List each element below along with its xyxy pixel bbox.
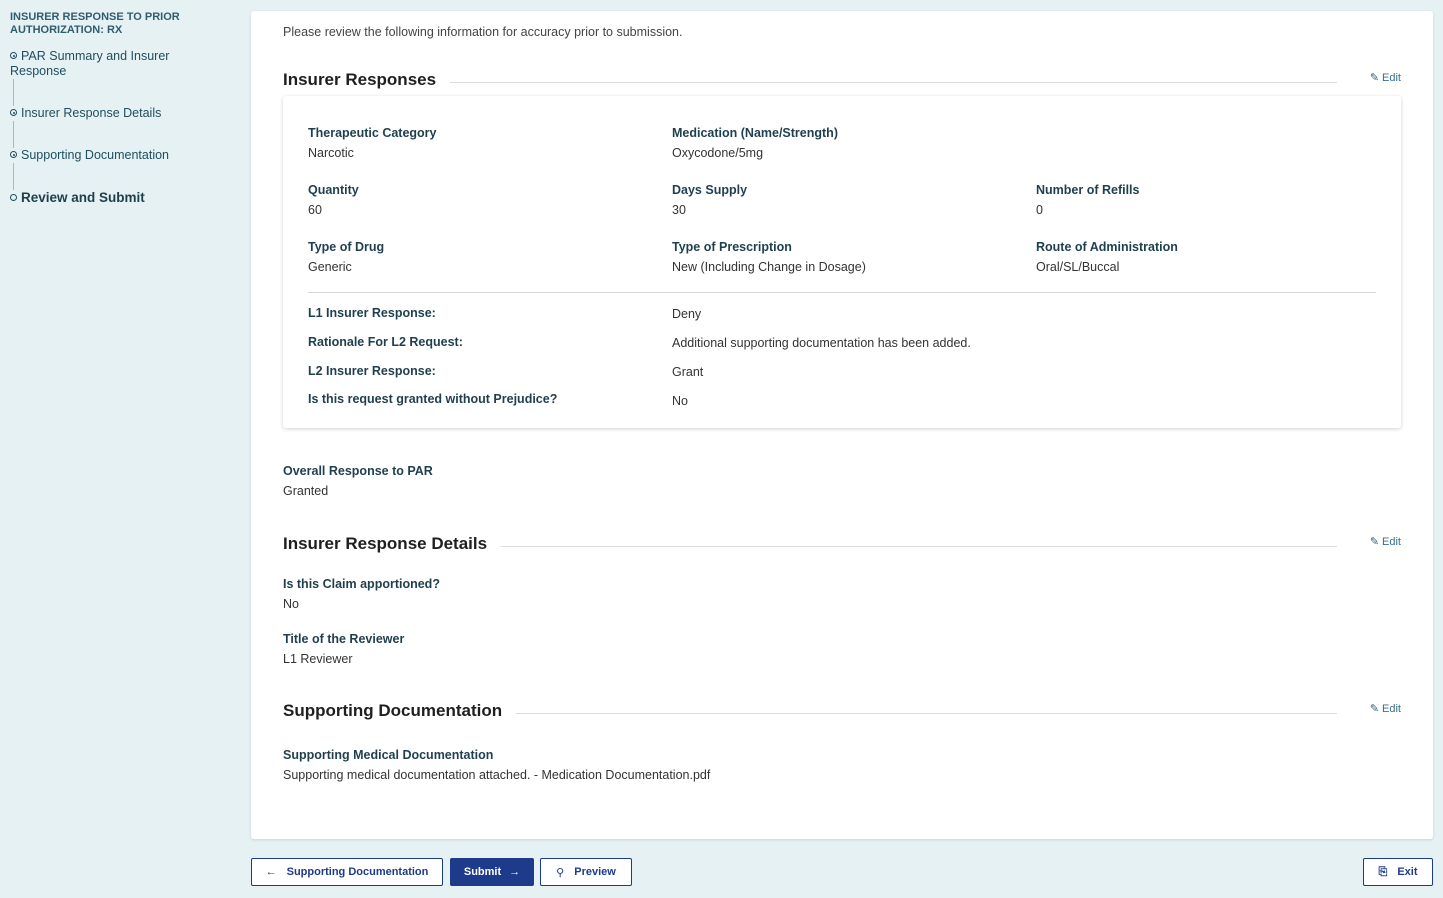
medication-field: Medication (Name/Strength) Oxycodone/5mg <box>672 126 838 160</box>
sidebar-item-review-and-submit[interactable]: Review and Submit <box>10 190 210 205</box>
section-title: Insurer Responses <box>283 70 451 90</box>
days-supply-field: Days Supply 30 <box>672 183 747 217</box>
step-dot-icon <box>10 194 17 201</box>
field-label: Title of the Reviewer <box>283 632 405 646</box>
button-label: Exit <box>1397 866 1418 878</box>
section-header-insurer-responses: Insurer Responses ✎ Edit <box>283 70 1401 94</box>
step-dot-icon <box>10 52 17 59</box>
field-value: Supporting medical documentation attache… <box>283 768 711 782</box>
route-of-administration-field: Route of Administration Oral/SL/Buccal <box>1036 240 1178 274</box>
field-value: 30 <box>672 203 686 217</box>
l2-response-value: Grant <box>672 365 704 379</box>
field-label: Number of Refills <box>1036 183 1140 197</box>
supporting-medical-doc-field: Supporting Medical Documentation Support… <box>283 748 710 782</box>
back-supporting-documentation-button[interactable]: ← Supporting Documentation <box>251 858 443 886</box>
field-label: Days Supply <box>672 183 748 197</box>
reviewer-title-field: Title of the Reviewer L1 Reviewer <box>283 632 404 666</box>
step-dot-icon <box>10 151 17 158</box>
sidebar-item-label: PAR Summary and Insurer Response <box>10 49 170 78</box>
rationale-label: Rationale For L2 Request: <box>308 335 463 349</box>
button-label: Preview <box>574 866 616 878</box>
refills-field: Number of Refills 0 <box>1036 183 1140 217</box>
overall-response-field: Overall Response to PAR Granted <box>283 464 433 498</box>
rationale-value: Additional supporting documentation has … <box>672 336 971 350</box>
field-label: Is this Claim apportioned? <box>283 577 440 591</box>
apportioned-field: Is this Claim apportioned? No <box>283 577 440 611</box>
search-icon: ⚲ <box>556 866 565 879</box>
edit-label: Edit <box>1382 72 1401 84</box>
exit-button[interactable]: ⎘ Exit <box>1363 858 1433 886</box>
l1-response-value: Deny <box>672 307 702 321</box>
edit-supporting-documentation-button[interactable]: ✎ Edit <box>1370 702 1401 715</box>
sidebar-item-supporting-documentation[interactable]: Supporting Documentation <box>10 148 210 163</box>
panel-divider <box>308 292 1376 293</box>
arrow-right-icon: → <box>509 866 521 878</box>
quantity-field: Quantity 60 <box>308 183 359 217</box>
field-value: L1 Reviewer <box>283 652 353 666</box>
intro-text: Please review the following information … <box>283 25 683 39</box>
sidebar-item-label: Supporting Documentation <box>21 148 170 162</box>
pencil-icon: ✎ <box>1369 72 1380 84</box>
field-value: 0 <box>1036 203 1043 217</box>
field-value: Granted <box>283 484 329 498</box>
field-label: Therapeutic Category <box>308 126 437 140</box>
button-label: Submit <box>463 866 502 878</box>
pencil-icon: ✎ <box>1369 536 1380 548</box>
section-title: Supporting Documentation <box>283 701 517 721</box>
pencil-icon: ✎ <box>1369 703 1380 715</box>
exit-icon: ⎘ <box>1378 865 1388 878</box>
field-label: Supporting Medical Documentation <box>283 748 494 762</box>
field-value: 60 <box>308 203 322 217</box>
field-value: Generic <box>308 260 352 274</box>
insurer-responses-panel: Therapeutic Category Narcotic Medication… <box>283 96 1401 428</box>
field-label: Route of Administration <box>1036 240 1178 254</box>
preview-button[interactable]: ⚲ Preview <box>540 858 632 886</box>
field-label: Type of Drug <box>308 240 385 254</box>
edit-insurer-response-details-button[interactable]: ✎ Edit <box>1370 535 1401 548</box>
sidebar-progress-line <box>13 58 14 198</box>
sidebar-item-label: Insurer Response Details <box>21 106 162 120</box>
sidebar-title: INSURER RESPONSE TO PRIOR AUTHORIZATION:… <box>10 11 180 36</box>
therapeutic-category-field: Therapeutic Category Narcotic <box>308 126 437 160</box>
field-label: Overall Response to PAR <box>283 464 433 478</box>
field-value: No <box>283 597 299 611</box>
sidebar-item-insurer-response-details[interactable]: Insurer Response Details <box>10 106 210 121</box>
field-label: Type of Prescription <box>672 240 792 254</box>
field-label: Quantity <box>308 183 359 197</box>
sidebar-item-label: Review and Submit <box>21 190 145 205</box>
type-of-drug-field: Type of Drug Generic <box>308 240 384 274</box>
section-header-supporting-documentation: Supporting Documentation ✎ Edit <box>283 701 1401 725</box>
field-label: Medication (Name/Strength) <box>672 126 838 140</box>
step-dot-icon <box>10 109 17 116</box>
edit-insurer-responses-button[interactable]: ✎ Edit <box>1370 71 1401 84</box>
field-value: Oral/SL/Buccal <box>1036 260 1120 274</box>
sidebar: INSURER RESPONSE TO PRIOR AUTHORIZATION:… <box>0 0 240 898</box>
edit-label: Edit <box>1382 536 1401 548</box>
without-prejudice-value: No <box>672 394 688 408</box>
review-card: Please review the following information … <box>251 11 1433 839</box>
l2-response-label: L2 Insurer Response: <box>308 364 436 378</box>
button-label: Supporting Documentation <box>286 866 429 878</box>
l1-response-label: L1 Insurer Response: <box>308 306 436 320</box>
section-title: Insurer Response Details <box>283 534 502 554</box>
type-of-prescription-field: Type of Prescription New (Including Chan… <box>672 240 866 274</box>
submit-button[interactable]: Submit → <box>450 858 534 886</box>
without-prejudice-label: Is this request granted without Prejudic… <box>308 392 558 406</box>
field-value: New (Including Change in Dosage) <box>672 260 866 274</box>
arrow-left-icon: ← <box>265 866 277 878</box>
section-header-insurer-response-details: Insurer Response Details ✎ Edit <box>283 534 1401 558</box>
field-value: Oxycodone/5mg <box>672 146 764 160</box>
sidebar-item-par-summary[interactable]: PAR Summary and Insurer Response <box>10 49 210 79</box>
edit-label: Edit <box>1382 703 1401 715</box>
field-value: Narcotic <box>308 146 354 160</box>
